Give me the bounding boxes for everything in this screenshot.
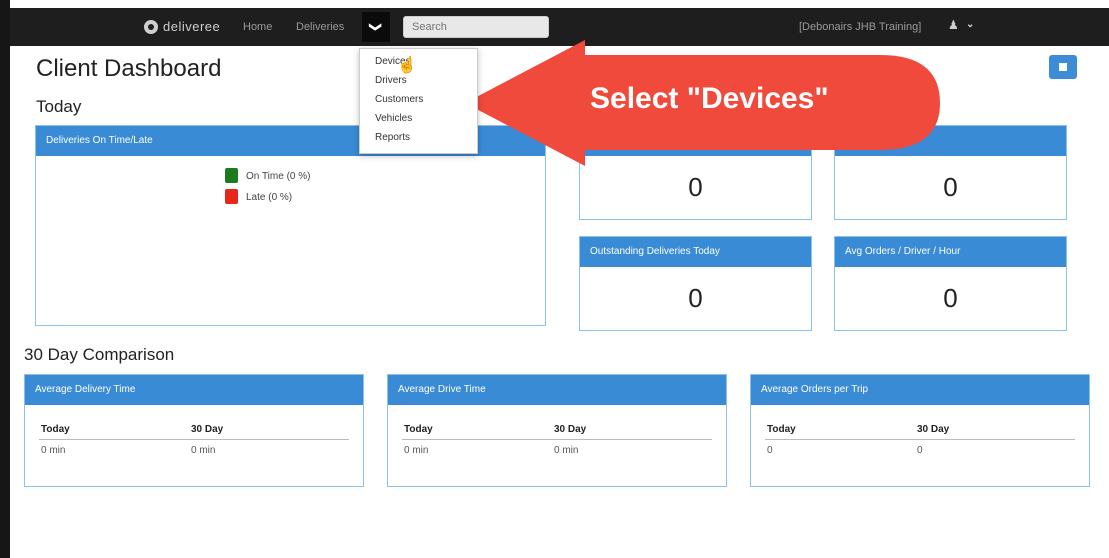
hand-cursor-icon: ☝: [397, 57, 417, 74]
menu-item-customers[interactable]: Customers: [375, 94, 423, 105]
menu-item-vehicles[interactable]: Vehicles: [375, 113, 412, 124]
menu-item-drivers[interactable]: Drivers: [375, 75, 407, 86]
annotation-text: Select "Devices": [590, 82, 829, 115]
annotation-arrow-callout: [465, 40, 940, 166]
nav-dropdown-menu: Devices Drivers Customers Vehicles Repor…: [359, 48, 478, 154]
menu-item-reports[interactable]: Reports: [375, 132, 410, 143]
